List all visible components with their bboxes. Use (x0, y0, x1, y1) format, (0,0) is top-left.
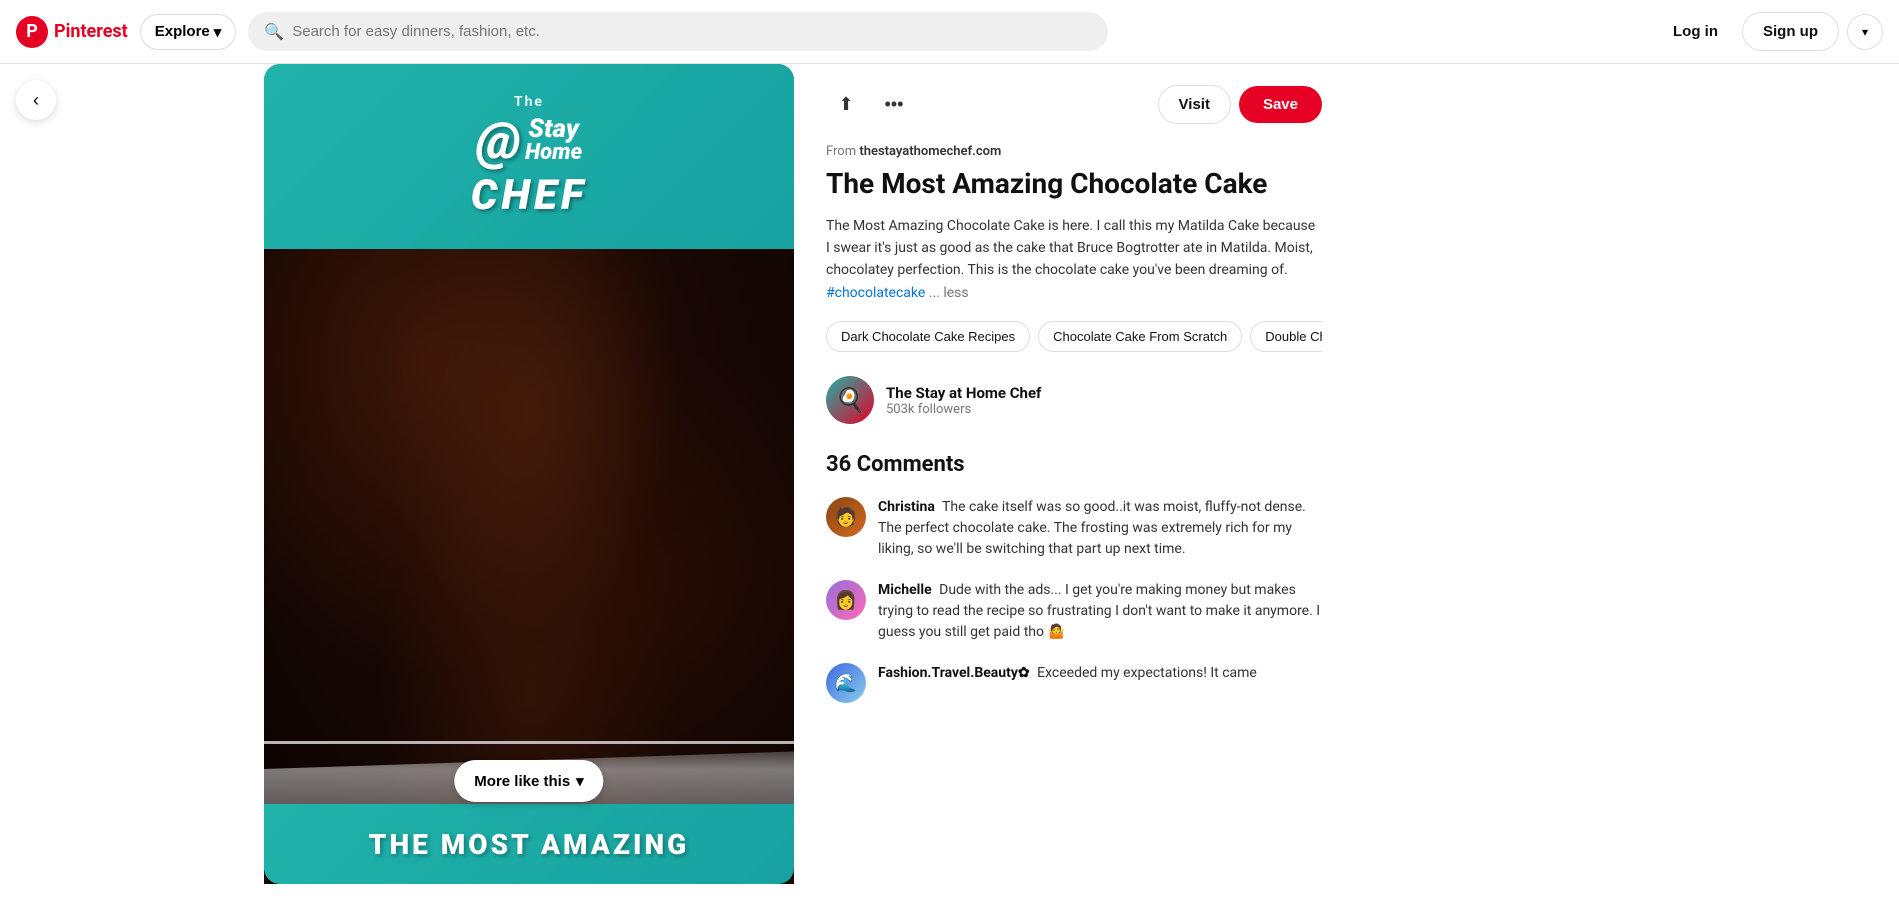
header-right: Log in Sign up ▾ (1657, 12, 1883, 51)
author-info: The Stay at Home Chef 503k followers (886, 384, 1322, 417)
pinterest-logo-icon[interactable]: P (16, 16, 48, 48)
comment-item: 👩 Michelle Dude with the ads... I get yo… (826, 580, 1322, 643)
author-name[interactable]: The Stay at Home Chef (886, 384, 1322, 402)
avatar-icon: 🍳 (835, 386, 865, 414)
main-content: The @ Stay Home CHEF (0, 64, 1899, 898)
logo-area: P Pinterest (16, 16, 128, 48)
search-icon: 🔍 (264, 22, 284, 41)
tag-dark-chocolate[interactable]: Dark Chocolate Cake Recipes (826, 321, 1030, 352)
header-dropdown-button[interactable]: ▾ (1847, 14, 1883, 50)
comment-avatar-michelle: 👩 (826, 580, 866, 620)
description-text: The Most Amazing Chocolate Cake is here.… (826, 218, 1315, 279)
from-label: From (826, 144, 856, 159)
comment-item: 🧑 Christina The cake itself was so good.… (826, 497, 1322, 560)
author-avatar: 🍳 (826, 376, 874, 424)
back-arrow-icon: ‹ (33, 90, 39, 111)
source-link[interactable]: thestayathomechef.com (859, 144, 1001, 159)
detail-actions-top: ⬆ ••• Visit Save (826, 84, 1322, 124)
chef-at-symbol: @ (476, 110, 521, 171)
comment-item: 🌊 Fashion.Travel.Beauty✿ Exceeded my exp… (826, 663, 1322, 703)
login-button[interactable]: Log in (1657, 13, 1734, 50)
image-bottom-strip: THE MOST AMAZING (264, 804, 794, 884)
pin-title: The Most Amazing Chocolate Cake (826, 167, 1322, 201)
logo-text: Pinterest (54, 21, 128, 42)
more-like-chevron-icon: ▾ (576, 772, 584, 790)
hashtag-link[interactable]: #chocolatecake (826, 285, 925, 301)
tag-from-scratch[interactable]: Chocolate Cake From Scratch (1038, 321, 1242, 352)
chef-chef-text: CHEF (471, 171, 587, 220)
header: P Pinterest Explore ▾ 🔍 Log in Sign up ▾ (0, 0, 1899, 64)
image-panel: The @ Stay Home CHEF (264, 64, 794, 898)
cake-texture (264, 249, 794, 804)
detail-panel: ⬆ ••• Visit Save From thestayathomechef.… (794, 64, 1354, 898)
comment-avatar-christina: 🧑 (826, 497, 866, 537)
tags-row: Dark Chocolate Cake Recipes Chocolate Ca… (826, 320, 1322, 352)
comments-title: 36 Comments (826, 452, 1322, 477)
comment-body-christina: Christina The cake itself was so good..i… (878, 497, 1322, 560)
comment-author-christina: Christina (878, 499, 935, 515)
comment-text-michelle: Dude with the ads... I get you're making… (878, 582, 1320, 640)
frosting-line (264, 741, 794, 744)
explore-label: Explore (155, 23, 210, 40)
more-like-this-button[interactable]: More like this ▾ (454, 760, 603, 802)
author-row: 🍳 The Stay at Home Chef 503k followers (826, 376, 1322, 424)
pin-description: The Most Amazing Chocolate Cake is here.… (826, 215, 1322, 305)
tag-double-choco[interactable]: Double Choco (1250, 321, 1322, 352)
share-icon: ⬆ (838, 94, 853, 115)
chef-home-text: Home (525, 142, 582, 164)
signup-button[interactable]: Sign up (1742, 12, 1839, 51)
comment-text-christina: The cake itself was so good..it was mois… (878, 499, 1306, 557)
image-cake-body (264, 249, 794, 804)
comment-author-fashion: Fashion.Travel.Beauty✿ (878, 665, 1030, 681)
comments-section: 36 Comments 🧑 Christina The cake itself … (826, 452, 1322, 703)
comment-author-michelle: Michelle (878, 582, 932, 598)
more-like-label: More like this (474, 773, 570, 790)
more-options-icon: ••• (885, 94, 904, 115)
more-options-button[interactable]: ••• (874, 84, 914, 124)
explore-chevron-icon: ▾ (214, 23, 222, 41)
search-input[interactable] (292, 23, 1092, 40)
chef-stay-text: Stay (525, 116, 582, 142)
from-source: From thestayathomechef.com (826, 144, 1322, 159)
image-teal-top: The @ Stay Home CHEF (264, 64, 794, 249)
share-button[interactable]: ⬆ (826, 84, 866, 124)
visit-button[interactable]: Visit (1158, 85, 1231, 124)
image-bottom-text: THE MOST AMAZING (369, 828, 689, 861)
back-button[interactable]: ‹ (16, 80, 56, 120)
less-link[interactable]: ... less (929, 285, 969, 301)
search-bar: 🔍 (248, 12, 1108, 51)
explore-button[interactable]: Explore ▾ (140, 14, 237, 50)
comment-body-fashion: Fashion.Travel.Beauty✿ Exceeded my expec… (878, 663, 1322, 703)
author-followers: 503k followers (886, 402, 1322, 417)
dropdown-chevron-icon: ▾ (1862, 25, 1868, 39)
comment-text-fashion: Exceeded my expectations! It came (1037, 665, 1257, 681)
comment-avatar-fashion: 🌊 (826, 663, 866, 703)
save-button[interactable]: Save (1239, 86, 1322, 123)
chef-logo-top-text: The (471, 94, 587, 110)
comment-body-michelle: Michelle Dude with the ads... I get you'… (878, 580, 1322, 643)
